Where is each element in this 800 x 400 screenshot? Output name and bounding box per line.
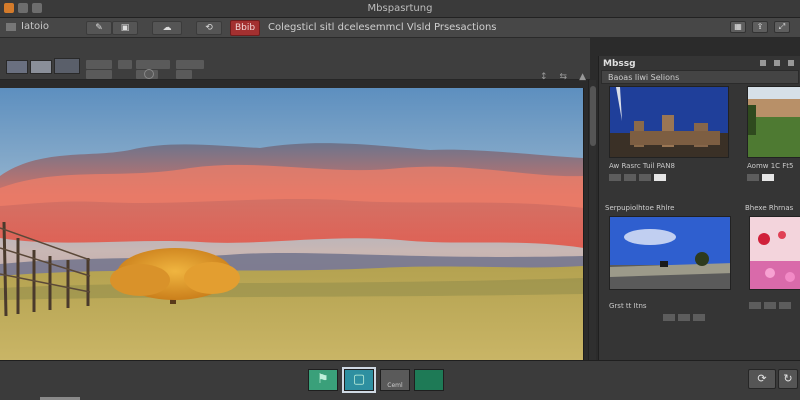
thumbnail-meta-bar-1 [609, 174, 666, 181]
filmstrip-item-2[interactable]: ▢ [342, 367, 376, 393]
option-slider-3[interactable] [136, 60, 170, 69]
mode-icon [6, 22, 16, 31]
color-swatch-3[interactable] [54, 58, 80, 74]
share-icon[interactable]: ⇪ [752, 21, 768, 33]
canvas-scrollbar[interactable] [588, 80, 596, 360]
color-swatch-2[interactable] [30, 60, 52, 74]
filmstrip-item-3[interactable]: Ceml [380, 369, 410, 391]
filmstrip-caption-3: Ceml [387, 382, 403, 389]
road-image [610, 217, 730, 289]
thumbnail-courtyard[interactable] [747, 86, 800, 158]
panel-tab-icon-3[interactable] [788, 60, 794, 66]
panel-tabs [760, 60, 794, 66]
filmstrip-bar: ⚑ ▢ Ceml ⟳ ↻ [0, 360, 800, 400]
filmstrip-flag-icon: ⚑ [317, 372, 329, 387]
mode-selector[interactable]: Iatoio [6, 21, 49, 32]
courtyard-image [748, 87, 800, 157]
flower-image [750, 217, 800, 289]
filmstrip-item-1[interactable]: ⚑ [308, 369, 338, 391]
thumbnail-meta-bar-2 [747, 174, 774, 181]
history-button[interactable]: ⟲ [196, 21, 222, 35]
flip-vertical-icon[interactable]: ↕ [540, 72, 548, 82]
option-slider-1[interactable] [86, 60, 112, 69]
brush-size-icon[interactable] [144, 69, 154, 79]
thumbnail-flowers[interactable] [749, 216, 800, 290]
panel-header-label: Baoas liwi Selions [608, 73, 680, 82]
mode-label: Iatoio [21, 21, 50, 32]
section-label-1: Serpupiolhtoe Rhlre [605, 204, 675, 212]
panel-tab-icon-1[interactable] [760, 60, 766, 66]
option-slider-2[interactable] [86, 70, 112, 79]
brush-tool-button[interactable]: ✎ [86, 21, 112, 35]
panel-title: Mbssg [603, 59, 636, 69]
rotate-left-button[interactable]: ⟳ [748, 369, 776, 389]
filmstrip-square-icon: ▢ [352, 372, 366, 387]
browser-panel: Mbssg Baoas liwi Selions Aw Rasrc Tuil P… [598, 56, 800, 360]
option-slider-6[interactable] [176, 70, 192, 79]
thumbnail-caption-3: Grst tt Itns [609, 302, 647, 310]
thumbnail-meta-bar-3 [663, 314, 705, 321]
panel-tab-icon-2[interactable] [774, 60, 780, 66]
warning-icon[interactable]: ▲ [579, 72, 586, 82]
option-slider-5[interactable] [176, 60, 204, 69]
expand-icon[interactable]: ⤢ [774, 21, 790, 33]
thumbnail-road[interactable] [609, 216, 731, 290]
red-action-button[interactable]: Bbib [230, 20, 260, 36]
scrollbar-thumb[interactable] [590, 86, 596, 146]
status-text: Colegsticl sitl dcelesemmcl Vlsld Prsesa… [268, 22, 497, 33]
window-title: Mbspasrtung [367, 3, 433, 14]
image-canvas[interactable] [0, 88, 584, 360]
panel-header: Baoas liwi Selions [601, 70, 799, 84]
layers-button[interactable]: ▣ [112, 21, 138, 35]
title-bar: Mbspasrtung [0, 0, 800, 18]
cloud-button[interactable]: ☁ [152, 21, 182, 35]
options-bar: ↕ ⇆ ▲ [0, 38, 590, 82]
toolbar-right-icons: ▦ ⇪ ⤢ [730, 21, 790, 33]
color-swatch-1[interactable] [6, 60, 28, 74]
grid-view-icon[interactable]: ▦ [730, 21, 746, 33]
thumbnail-caption-1: Aw Rasrc Tuil PAN8 [609, 162, 675, 170]
rotate-right-button[interactable]: ↻ [778, 369, 798, 389]
flip-horizontal-icon[interactable]: ⇆ [560, 72, 568, 82]
landscape-photo [0, 88, 583, 360]
tools-right: ↕ ⇆ ▲ [540, 72, 586, 82]
thumbnail-meta-bar-4 [749, 302, 791, 309]
main-toolbar: Iatoio ✎ ▣ ☁ ⟲ Bbib Colegsticl sitl dcel… [0, 18, 800, 38]
thumbnail-castle[interactable] [609, 86, 729, 158]
castle-image [610, 87, 728, 157]
thumbnail-caption-2: Aomw 1C Ft5 [747, 162, 794, 170]
option-toggle-1[interactable] [118, 60, 132, 69]
section-label-2: Bhexe Rhrnas [745, 204, 794, 212]
filmstrip-item-4[interactable] [414, 369, 444, 391]
